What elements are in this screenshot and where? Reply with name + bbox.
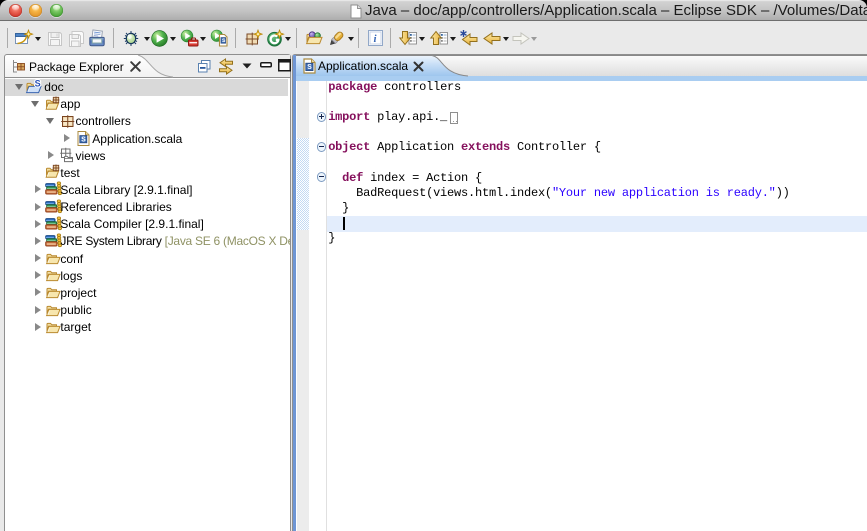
svg-text:S: S [307,64,312,72]
svg-text:S: S [222,37,226,44]
svg-text:S: S [35,79,41,88]
svg-text:S: S [81,136,86,144]
